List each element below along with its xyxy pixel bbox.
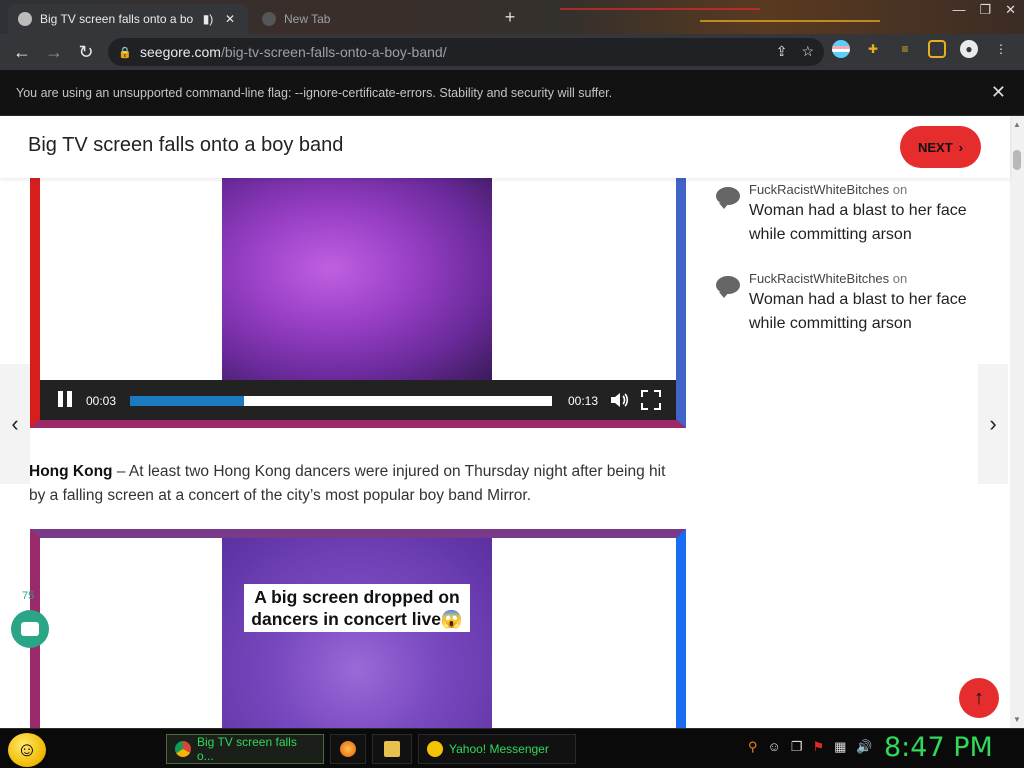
taskbar-item-yahoo-messenger[interactable]: Yahoo! Messenger bbox=[418, 734, 576, 764]
article-location: Hong Kong bbox=[29, 463, 113, 480]
wallpaper-streak bbox=[560, 8, 760, 10]
tab-new-tab[interactable]: New Tab bbox=[252, 4, 492, 34]
speaker-icon[interactable]: 🔊 bbox=[856, 739, 872, 755]
comment-item: FuckRacistWhiteBitches on Woman had a bl… bbox=[714, 182, 984, 247]
fullscreen-icon[interactable] bbox=[640, 389, 662, 411]
close-window-icon[interactable]: ✕ bbox=[1005, 2, 1016, 18]
scroll-down-icon[interactable]: ▼ bbox=[1013, 715, 1021, 724]
new-tab-button[interactable]: + bbox=[500, 7, 520, 27]
bookmark-star-icon[interactable]: ☆ bbox=[801, 43, 814, 60]
minimize-icon[interactable]: — bbox=[952, 2, 965, 18]
video-controls: 00:03 00:13 bbox=[40, 380, 676, 420]
system-tray: ⚲ ☺ ❐ ⚑ ▦ 🔊 bbox=[748, 739, 873, 755]
chevron-right-icon: › bbox=[958, 139, 963, 155]
flag-extension-icon[interactable] bbox=[832, 40, 850, 58]
comment-user[interactable]: FuckRacistWhiteBitches bbox=[749, 182, 889, 197]
yahoo-messenger-icon bbox=[427, 741, 443, 757]
pause-icon[interactable] bbox=[56, 389, 74, 411]
comment-user[interactable]: FuckRacistWhiteBitches bbox=[749, 271, 889, 286]
tab-active[interactable]: Big TV screen falls onto a bo ▮) ✕ bbox=[8, 4, 248, 34]
chrome-favicon-icon bbox=[262, 12, 276, 26]
forward-icon[interactable]: → bbox=[38, 36, 70, 68]
url-path: /big-tv-screen-falls-onto-a-boy-band/ bbox=[220, 44, 447, 60]
progress-bar[interactable] bbox=[130, 396, 552, 406]
folder-icon bbox=[384, 741, 400, 757]
chrome-icon bbox=[175, 741, 191, 757]
chat-button[interactable] bbox=[11, 610, 49, 648]
taskbar-item-folder[interactable] bbox=[372, 734, 412, 764]
next-button[interactable]: NEXT › bbox=[900, 126, 981, 168]
maximize-icon[interactable]: ❐ bbox=[979, 2, 991, 18]
scroll-to-top-button[interactable]: ↑ bbox=[959, 678, 999, 718]
taskbar-item-firefox[interactable] bbox=[330, 734, 366, 764]
menu-kebab-icon[interactable]: ⋮ bbox=[992, 40, 1010, 58]
start-button-smiley-icon[interactable]: ☺ bbox=[8, 733, 46, 767]
page-title: Big TV screen falls onto a boy band bbox=[28, 134, 344, 156]
arrow-up-icon: ↑ bbox=[974, 686, 984, 709]
video-player-2[interactable]: A big screen dropped on dancers in conce… bbox=[30, 529, 686, 728]
wallpaper-streak bbox=[700, 20, 880, 22]
browser-tab-strip: Big TV screen falls onto a bo ▮) ✕ New T… bbox=[0, 0, 1024, 34]
comment-post-link[interactable]: Woman had a blast to her face while comm… bbox=[749, 288, 984, 336]
network-icon[interactable]: ▦ bbox=[834, 739, 846, 755]
address-bar[interactable]: 🔒 seegore.com/big-tv-screen-falls-onto-a… bbox=[108, 38, 824, 66]
video-frame[interactable] bbox=[222, 178, 492, 380]
taskbar-item-label: Yahoo! Messenger bbox=[449, 742, 549, 756]
back-icon[interactable]: ← bbox=[6, 36, 38, 68]
reload-icon[interactable]: ↻ bbox=[70, 36, 102, 68]
next-post-arrow-icon[interactable]: › bbox=[978, 364, 1008, 484]
profile-avatar-icon[interactable]: ● bbox=[960, 40, 978, 58]
comment-item: FuckRacistWhiteBitches on Woman had a bl… bbox=[714, 271, 984, 336]
share-icon[interactable]: ⇪ bbox=[776, 43, 788, 60]
tab-title: New Tab bbox=[284, 12, 331, 26]
puzzle-icon[interactable]: ✚ bbox=[864, 40, 882, 58]
video-player[interactable]: 00:03 00:13 bbox=[30, 178, 686, 428]
post-header: Big TV screen falls onto a boy band NEXT… bbox=[0, 116, 1010, 178]
taskbar-item-label: Big TV screen falls o... bbox=[197, 735, 297, 763]
tab-title: Big TV screen falls onto a bo bbox=[40, 12, 194, 26]
comment-on: on bbox=[892, 271, 908, 286]
lock-icon[interactable]: 🔒 bbox=[118, 46, 132, 59]
comment-bubble-icon bbox=[716, 276, 740, 298]
previous-post-arrow-icon[interactable]: ‹ bbox=[0, 364, 30, 484]
comment-on: on bbox=[892, 182, 908, 197]
comment-post-link[interactable]: Woman had a blast to her face while comm… bbox=[749, 199, 984, 247]
article-text: – At least two Hong Kong dancers were in… bbox=[29, 463, 666, 504]
video-frame-2[interactable]: A big screen dropped on dancers in conce… bbox=[222, 538, 492, 728]
taskbar-item-chrome[interactable]: Big TV screen falls o... bbox=[166, 734, 324, 764]
infobar-close-icon[interactable]: ✕ bbox=[991, 82, 1006, 103]
scrollbar-thumb[interactable] bbox=[1013, 150, 1021, 170]
scroll-up-icon[interactable]: ▲ bbox=[1013, 120, 1021, 129]
copy-icon[interactable]: ❐ bbox=[791, 739, 803, 755]
url-host: seegore.com bbox=[140, 44, 221, 60]
warning-infobar: You are using an unsupported command-lin… bbox=[0, 70, 1024, 116]
action-center-flag-icon[interactable]: ⚑ bbox=[812, 739, 824, 755]
messenger-tray-icon[interactable]: ☺ bbox=[768, 739, 781, 755]
taskbar-clock[interactable]: 8:47 PM bbox=[884, 732, 993, 763]
current-time: 00:03 bbox=[86, 394, 117, 408]
video-caption: A big screen dropped on dancers in conce… bbox=[244, 584, 470, 632]
extension-icons: ✚ ≡ ● ⋮ bbox=[832, 40, 1010, 58]
site-favicon-icon bbox=[18, 12, 32, 26]
article-paragraph: Hong Kong – At least two Hong Kong dance… bbox=[29, 460, 679, 508]
side-panel-icon[interactable] bbox=[928, 40, 946, 58]
infobar-message: You are using an unsupported command-lin… bbox=[16, 85, 613, 100]
comment-bubble-icon bbox=[716, 187, 740, 209]
chat-icon bbox=[21, 622, 39, 636]
search-icon[interactable]: ⚲ bbox=[748, 739, 758, 755]
volume-icon[interactable] bbox=[608, 389, 630, 411]
web-page: Big TV screen falls onto a boy band NEXT… bbox=[0, 116, 1024, 728]
recent-comments-sidebar: FuckRacistWhiteBitches on Woman had a bl… bbox=[714, 182, 984, 360]
page-scrollbar[interactable]: ▲ ▼ bbox=[1010, 116, 1024, 728]
next-label: NEXT bbox=[917, 139, 953, 155]
tab-audio-icon[interactable]: ▮) bbox=[200, 12, 216, 26]
os-taskbar: ☺ Big TV screen falls o... Yahoo! Messen… bbox=[0, 728, 1024, 768]
firefox-icon bbox=[340, 741, 356, 757]
progress-fill bbox=[130, 396, 244, 406]
duration: 00:13 bbox=[568, 394, 599, 408]
chat-count-badge: 75 bbox=[22, 590, 35, 602]
window-controls: — ❐ ✕ bbox=[952, 2, 1016, 18]
tab-close-icon[interactable]: ✕ bbox=[222, 12, 238, 26]
media-playlist-icon[interactable]: ≡ bbox=[896, 40, 914, 58]
